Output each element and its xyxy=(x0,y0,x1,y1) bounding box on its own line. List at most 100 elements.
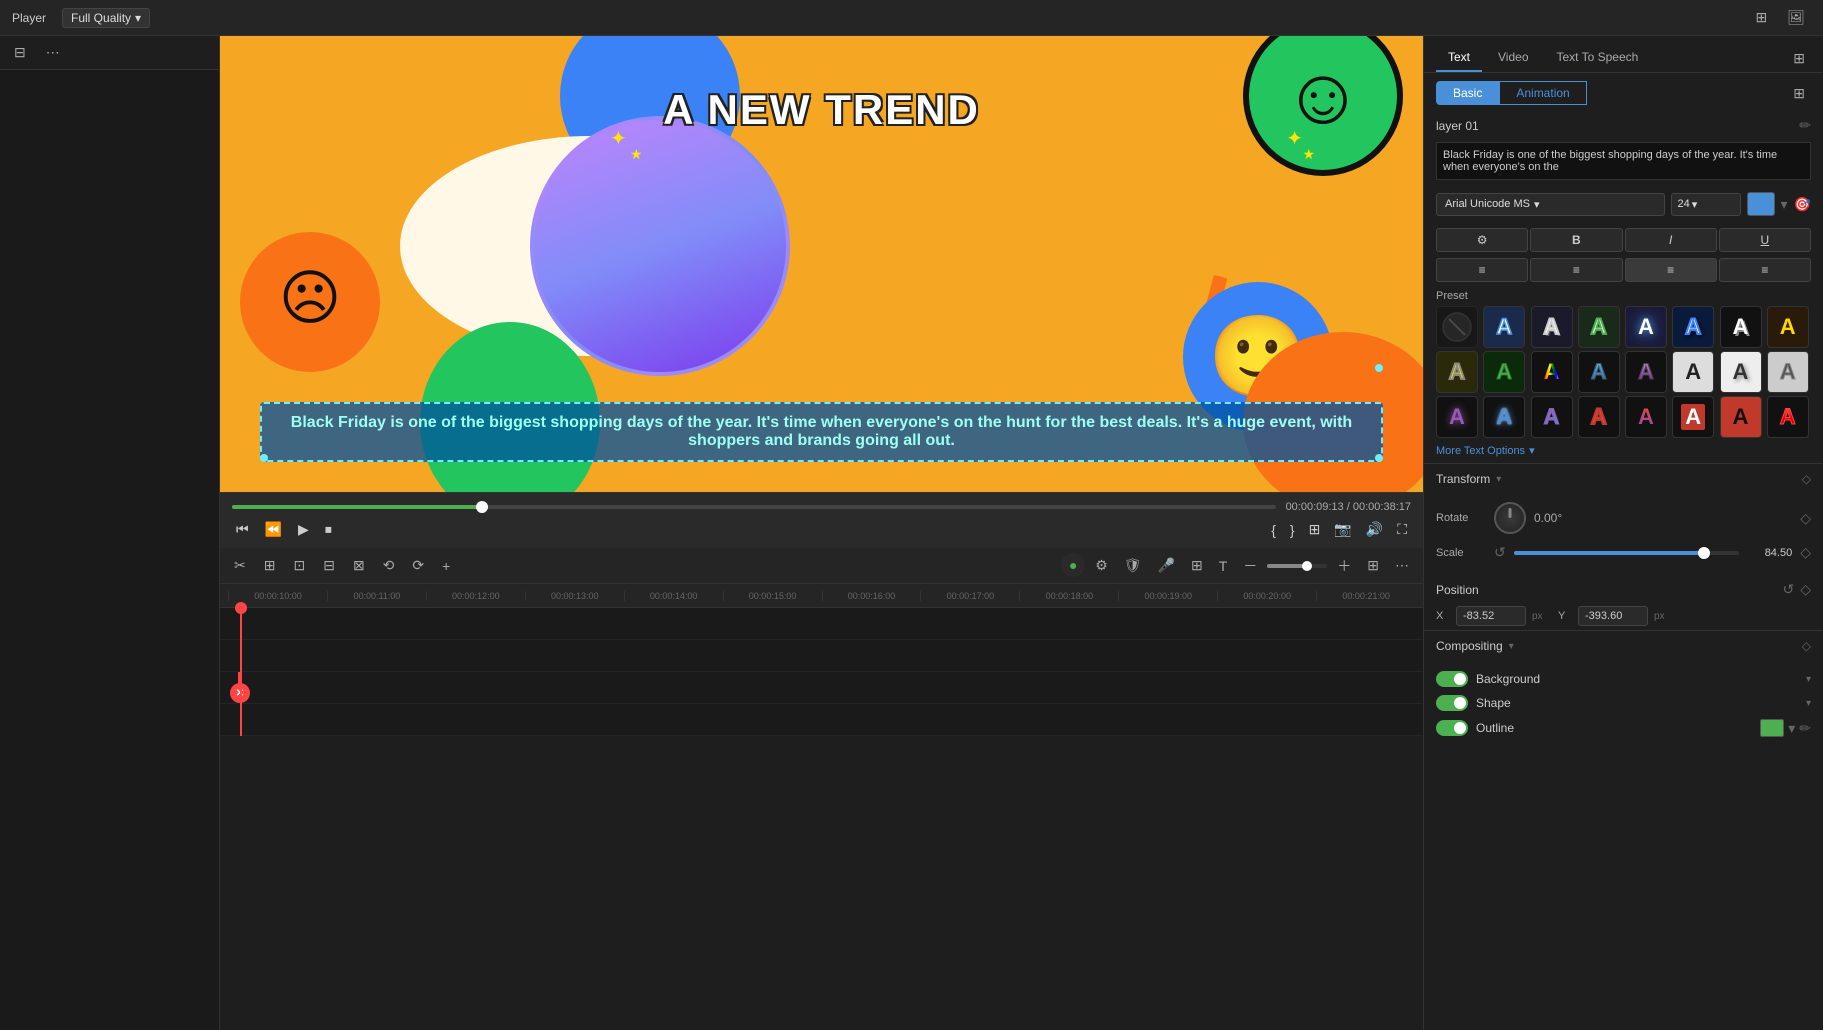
preset-item-11[interactable]: A xyxy=(1578,351,1620,393)
playhead[interactable] xyxy=(240,608,242,736)
scale-reset-btn[interactable]: ↺ xyxy=(1494,544,1506,561)
preset-item-21[interactable]: A xyxy=(1672,396,1714,438)
progress-handle[interactable] xyxy=(476,501,488,513)
position-keyframe-btn[interactable]: ◇ xyxy=(1800,581,1811,598)
outline-color-box[interactable] xyxy=(1760,719,1784,737)
layer-edit-btn[interactable]: ✏ xyxy=(1799,117,1811,134)
rotate-keyframe-btn[interactable]: ◇ xyxy=(1800,510,1811,527)
color-arrow-btn[interactable]: ▾ xyxy=(1781,196,1788,213)
format-underline-btn[interactable]: U xyxy=(1719,228,1811,252)
tool-rotate-left[interactable]: ⟲ xyxy=(377,554,401,577)
mic-btn[interactable]: 🎤 xyxy=(1152,553,1181,579)
preset-item-12[interactable]: A xyxy=(1625,351,1667,393)
align-left-btn[interactable]: ≡ xyxy=(1436,258,1528,282)
preset-item-6[interactable]: A xyxy=(1720,306,1762,348)
more-btn[interactable]: ⋯ xyxy=(1389,553,1415,579)
sub-panel-icon[interactable]: ⊞ xyxy=(1787,81,1811,105)
tool-rotate-right[interactable]: ⟳ xyxy=(406,554,430,577)
media-btn[interactable]: ⊞ xyxy=(1185,553,1209,579)
tab-video[interactable]: Video xyxy=(1486,44,1540,72)
outline-eyedropper[interactable]: ✏ xyxy=(1799,720,1811,737)
preset-item-22[interactable]: A xyxy=(1720,396,1762,438)
bracket-close-btn[interactable]: } xyxy=(1286,519,1299,540)
text-color-picker[interactable] xyxy=(1747,192,1775,216)
rotate-knob[interactable] xyxy=(1494,502,1526,534)
outline-toggle[interactable] xyxy=(1436,720,1468,736)
more-icon-btn[interactable]: ⋯ xyxy=(40,42,66,63)
tool-split[interactable]: ⊞ xyxy=(258,554,282,577)
tab-text[interactable]: Text xyxy=(1436,44,1482,72)
filter-icon-btn[interactable]: ⊟ xyxy=(8,42,32,63)
pos-x-value[interactable]: -83.52 xyxy=(1456,606,1526,626)
progress-bar-track[interactable] xyxy=(232,505,1276,509)
preset-item-14[interactable]: A xyxy=(1720,351,1762,393)
transform-section-header[interactable]: Transform ▾ ◇ xyxy=(1424,463,1823,494)
step-back-btn[interactable]: ⏪ xyxy=(261,519,286,540)
compositing-section-header[interactable]: Compositing ▾ ◇ xyxy=(1424,630,1823,661)
sub-tab-animation[interactable]: Animation xyxy=(1499,81,1586,105)
preset-item-20[interactable]: A xyxy=(1625,396,1667,438)
record-btn[interactable]: ● xyxy=(1061,553,1085,577)
outline-color-arrow[interactable]: ▾ xyxy=(1788,720,1795,737)
fullscreen-btn[interactable]: ⛶ xyxy=(1393,519,1411,540)
plus-btn[interactable]: ＋ xyxy=(1331,553,1357,579)
align-justify-btn[interactable]: ≡ xyxy=(1719,258,1811,282)
quality-dropdown[interactable]: Full Quality ▾ xyxy=(62,8,150,28)
eyedropper-btn[interactable]: 🎯 xyxy=(1794,196,1811,213)
scale-handle[interactable] xyxy=(1698,547,1710,559)
grid-icon-btn[interactable]: ⊞ xyxy=(1749,7,1773,28)
tool-add[interactable]: + xyxy=(436,555,456,577)
stop-btn[interactable]: ⏹ xyxy=(321,519,336,540)
preset-item-8[interactable]: A xyxy=(1436,351,1478,393)
preset-item-16[interactable]: A xyxy=(1436,396,1478,438)
preset-item-0[interactable] xyxy=(1436,306,1478,348)
transform-keyframe-btn[interactable]: ◇ xyxy=(1802,472,1811,486)
shape-toggle[interactable] xyxy=(1436,695,1468,711)
pip-btn[interactable]: ⊞ xyxy=(1305,519,1325,540)
align-center-btn[interactable]: ≡ xyxy=(1530,258,1622,282)
font-family-select[interactable]: Arial Unicode MS ▾ xyxy=(1436,193,1665,216)
preset-item-7[interactable]: A xyxy=(1767,306,1809,348)
format-italic-btn[interactable]: I xyxy=(1625,228,1717,252)
preset-item-10[interactable]: A xyxy=(1531,351,1573,393)
preset-item-2[interactable]: A xyxy=(1531,306,1573,348)
shield-btn[interactable]: 🛡 xyxy=(1118,553,1148,579)
preset-item-15[interactable]: A xyxy=(1767,351,1809,393)
preset-item-4[interactable]: A xyxy=(1625,306,1667,348)
position-reset-btn[interactable]: ↺ xyxy=(1782,581,1794,598)
preset-item-18[interactable]: A xyxy=(1531,396,1573,438)
text-content-area[interactable]: Black Friday is one of the biggest shopp… xyxy=(1436,142,1811,180)
format-bold-btn[interactable]: B xyxy=(1530,228,1622,252)
prev-frame-btn[interactable]: ⏮ xyxy=(232,519,253,540)
preset-item-19[interactable]: A xyxy=(1578,396,1620,438)
format-align-center-icon[interactable]: ⚙ xyxy=(1436,228,1528,252)
tool-trim[interactable]: ⊡ xyxy=(287,554,311,577)
bracket-open-btn[interactable]: { xyxy=(1267,519,1280,540)
sub-tab-basic[interactable]: Basic xyxy=(1436,81,1499,105)
settings-btn[interactable]: ⚙ xyxy=(1089,553,1114,579)
text-btn[interactable]: T xyxy=(1213,553,1234,579)
zoom-slider[interactable] xyxy=(1267,553,1327,579)
scale-slider[interactable] xyxy=(1514,551,1739,555)
font-size-select[interactable]: 24 ▾ xyxy=(1671,193,1741,216)
panel-expand-btn[interactable]: ⊞ xyxy=(1787,44,1811,72)
compositing-keyframe-btn[interactable]: ◇ xyxy=(1802,639,1811,653)
scale-keyframe-btn[interactable]: ◇ xyxy=(1800,544,1811,561)
pos-y-value[interactable]: -393.60 xyxy=(1578,606,1648,626)
image-icon-btn[interactable]: 🖼 xyxy=(1781,7,1811,28)
minus-btn[interactable]: － xyxy=(1237,553,1263,579)
preset-item-13[interactable]: A xyxy=(1672,351,1714,393)
preset-item-3[interactable]: A xyxy=(1578,306,1620,348)
audio-btn[interactable]: 🔊 xyxy=(1362,519,1387,540)
tool-delete[interactable]: ⊟ xyxy=(317,554,341,577)
preset-item-23[interactable]: A xyxy=(1767,396,1809,438)
background-toggle[interactable] xyxy=(1436,671,1468,687)
tool-cut[interactable]: ✂ xyxy=(228,554,252,577)
screenshot-btn[interactable]: 📷 xyxy=(1330,519,1355,540)
grid-view-btn[interactable]: ⊞ xyxy=(1361,553,1385,579)
tab-tts[interactable]: Text To Speech xyxy=(1545,44,1651,72)
play-btn[interactable]: ▶ xyxy=(294,519,313,540)
align-right-btn[interactable]: ≡ xyxy=(1625,258,1717,282)
tool-duplicate[interactable]: ⊠ xyxy=(347,554,371,577)
more-text-options[interactable]: More Text Options ▾ xyxy=(1424,438,1823,463)
